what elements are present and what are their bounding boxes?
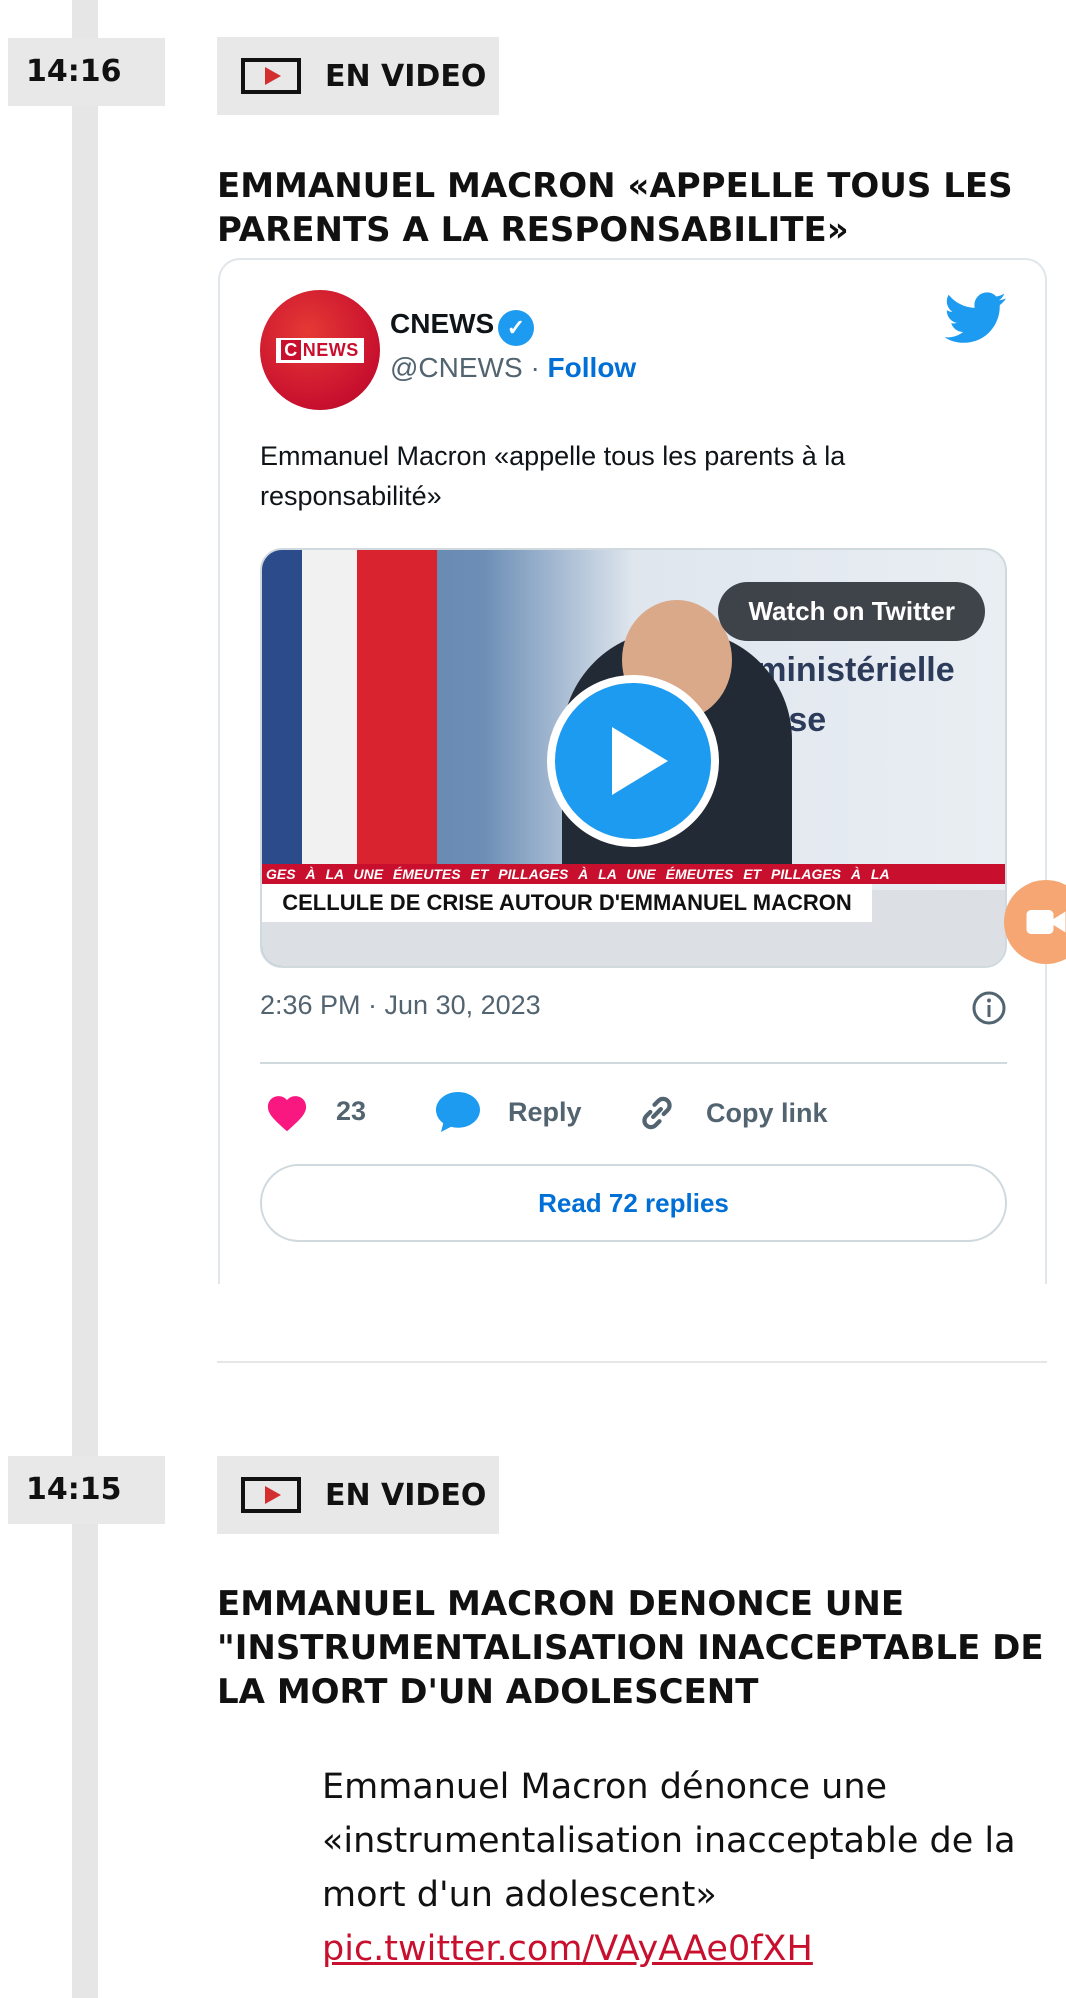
video-tag[interactable]: EN VIDEO [217, 1456, 499, 1534]
copy-link-action[interactable]: Copy link [634, 1090, 828, 1136]
reply-action[interactable]: Reply [434, 1090, 582, 1134]
quote-link[interactable]: pic.twitter.com/VAyAAe0fXH [322, 1922, 1022, 1976]
watch-on-twitter-button[interactable]: Watch on Twitter [718, 582, 985, 641]
video-frame-flag-red [357, 550, 437, 880]
video-lower-third: CELLULE DE CRISE AUTOUR D'EMMANUEL MACRO… [262, 884, 872, 922]
section-divider [217, 1361, 1047, 1363]
read-replies-button[interactable]: Read 72 replies [260, 1164, 1007, 1242]
tweet-timestamp[interactable]: 2:36 PM · Jun 30, 2023 [260, 990, 541, 1021]
timeline-bar [72, 0, 98, 1998]
tweet-embed: C NEWS CNEWS ✓ @CNEWS · Follow Emmanuel M… [218, 258, 1047, 1284]
tweet-video[interactable]: nterministérielle de Crise GES À LA UNE … [260, 548, 1007, 968]
play-button[interactable] [547, 675, 719, 847]
follow-link[interactable]: Follow [548, 352, 637, 383]
copy-link-label: Copy link [706, 1097, 828, 1128]
entry-headline: EMMANUEL MACRON DENONCE UNE "INSTRUMENTA… [217, 1584, 1044, 1712]
entry-headline: EMMANUEL MACRON «APPELLE TOUS LES PARENT… [217, 166, 1013, 250]
time-badge: 14:15 [8, 1456, 165, 1524]
verified-badge-icon: ✓ [498, 310, 534, 346]
speech-bubble-icon [436, 1092, 480, 1132]
camera-icon [1026, 910, 1066, 934]
time-badge: 14:16 [8, 38, 165, 106]
tweet-text: Emmanuel Macron «appelle tous les parent… [260, 441, 846, 511]
video-tag-label: EN VIDEO [325, 1477, 487, 1513]
link-icon [642, 1096, 672, 1130]
video-ticker: GES À LA UNE ÉMEUTES ET PILLAGES À LA UN… [262, 864, 1005, 884]
avatar[interactable]: C NEWS [260, 290, 380, 410]
twitter-bird-icon[interactable] [945, 292, 1007, 344]
heart-icon [267, 1096, 307, 1132]
like-action[interactable]: 23 [264, 1090, 366, 1132]
tweet-quote: Emmanuel Macron dénonce une «instrumenta… [322, 1760, 1022, 1976]
handle-line: @CNEWS · Follow [390, 352, 636, 384]
video-tag[interactable]: EN VIDEO [217, 37, 499, 115]
quote-text: Emmanuel Macron dénonce une «instrumenta… [322, 1767, 1016, 1915]
tweet-divider [260, 1062, 1007, 1064]
play-icon [612, 727, 668, 795]
video-icon [241, 58, 301, 94]
author-handle[interactable]: @CNEWS [390, 352, 523, 383]
cnews-logo: C NEWS [276, 337, 364, 363]
info-icon[interactable] [971, 990, 1007, 1026]
video-tag-label: EN VIDEO [325, 58, 487, 94]
like-count: 23 [336, 1095, 367, 1126]
author-name[interactable]: CNEWS [390, 308, 494, 340]
reply-label: Reply [508, 1096, 582, 1127]
video-icon [241, 1477, 301, 1513]
separator: · [530, 352, 540, 383]
video-frame-flag-white [302, 550, 362, 880]
